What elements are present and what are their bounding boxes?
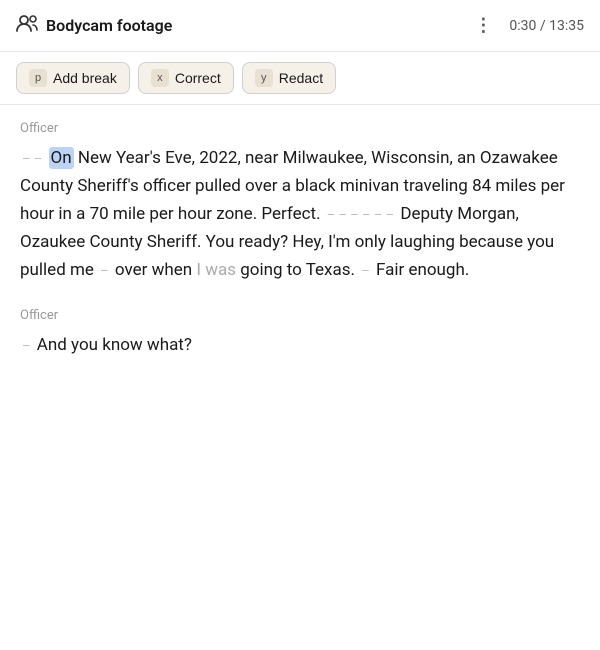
correct-key: x bbox=[151, 69, 169, 87]
speaker-label-2: Officer bbox=[20, 308, 580, 323]
header-title: Bodycam footage bbox=[46, 16, 466, 35]
toolbar: p Add break x Correct y Redact bbox=[0, 52, 600, 105]
redact-button[interactable]: y Redact bbox=[242, 62, 336, 94]
add-break-label: Add break bbox=[53, 70, 117, 86]
menu-icon[interactable]: ⋮ bbox=[474, 15, 493, 36]
dash-marker: – – bbox=[22, 152, 42, 167]
transcript-block-1: Officer – – On New Year's Eve, 2022, nea… bbox=[20, 121, 580, 284]
content-area: Officer – – On New Year's Eve, 2022, nea… bbox=[0, 105, 600, 399]
text-segment-5: Fair enough. bbox=[376, 260, 469, 280]
dash-marker-5: – bbox=[22, 339, 31, 354]
correct-button[interactable]: x Correct bbox=[138, 62, 234, 94]
dash-marker-2: – – – – – – bbox=[327, 208, 394, 223]
transcript-text-1: – – On New Year's Eve, 2022, near Milwau… bbox=[20, 144, 580, 284]
text-segment-4: going to Texas. bbox=[240, 260, 355, 280]
text-segment-6: And you know what? bbox=[37, 335, 192, 355]
header: Bodycam footage ⋮ 0:30 / 13:35 bbox=[0, 0, 600, 52]
redact-key: y bbox=[255, 69, 273, 87]
word-on[interactable]: On bbox=[49, 147, 74, 169]
text-segment-3: over when bbox=[115, 260, 196, 280]
add-break-key: p bbox=[29, 69, 47, 87]
redact-label: Redact bbox=[279, 70, 323, 86]
dash-marker-4: – bbox=[361, 264, 370, 279]
speaker-label-1: Officer bbox=[20, 121, 580, 136]
add-break-button[interactable]: p Add break bbox=[16, 62, 130, 94]
transcript-text-2: – And you know what? bbox=[20, 331, 580, 359]
correct-label: Correct bbox=[175, 70, 221, 86]
transcript-block-2: Officer – And you know what? bbox=[20, 308, 580, 359]
dash-marker-3: – bbox=[100, 264, 109, 279]
playback-time: 0:30 / 13:35 bbox=[509, 18, 584, 34]
word-low-confidence: I was bbox=[196, 260, 236, 280]
users-icon bbox=[16, 14, 38, 37]
